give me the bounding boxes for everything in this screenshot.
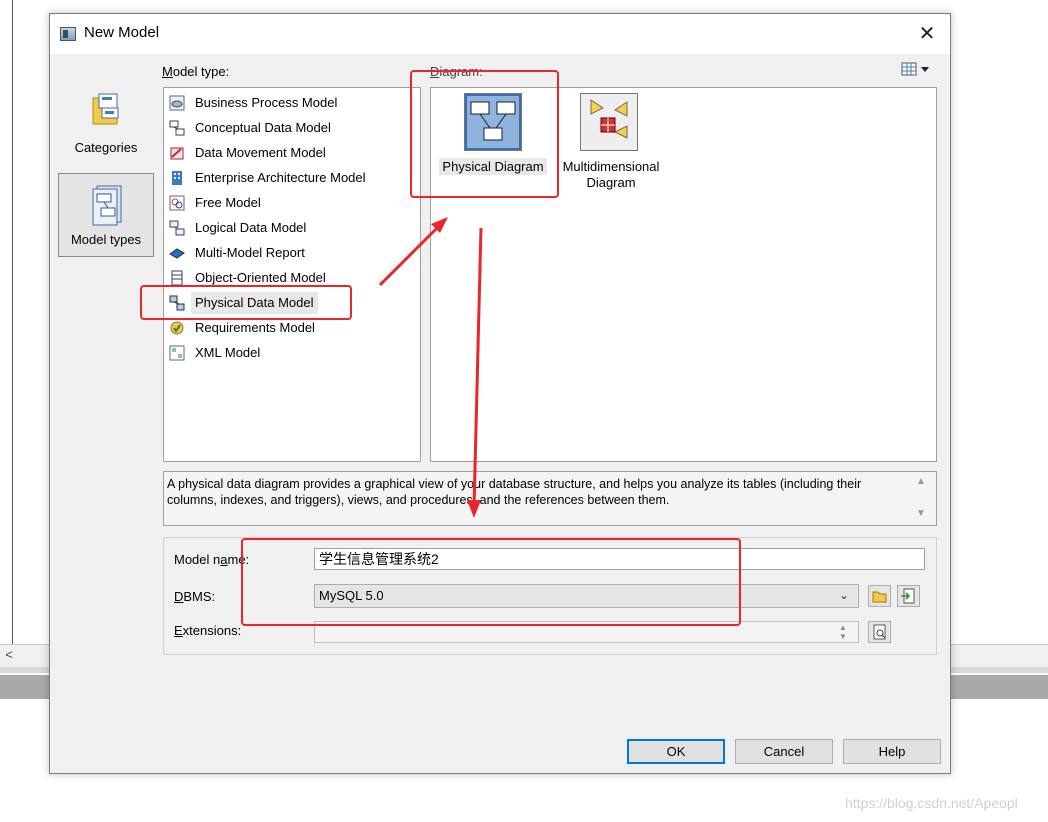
annotation-arrows: [378, 217, 483, 518]
annotation-arrow-to-settings: [472, 227, 483, 509]
watermark-text: https://blog.csdn.net/Apeopl: [845, 795, 1018, 811]
annotation-arrow-to-diagram: [378, 223, 442, 287]
annotation-arrowhead-2: [467, 500, 481, 518]
